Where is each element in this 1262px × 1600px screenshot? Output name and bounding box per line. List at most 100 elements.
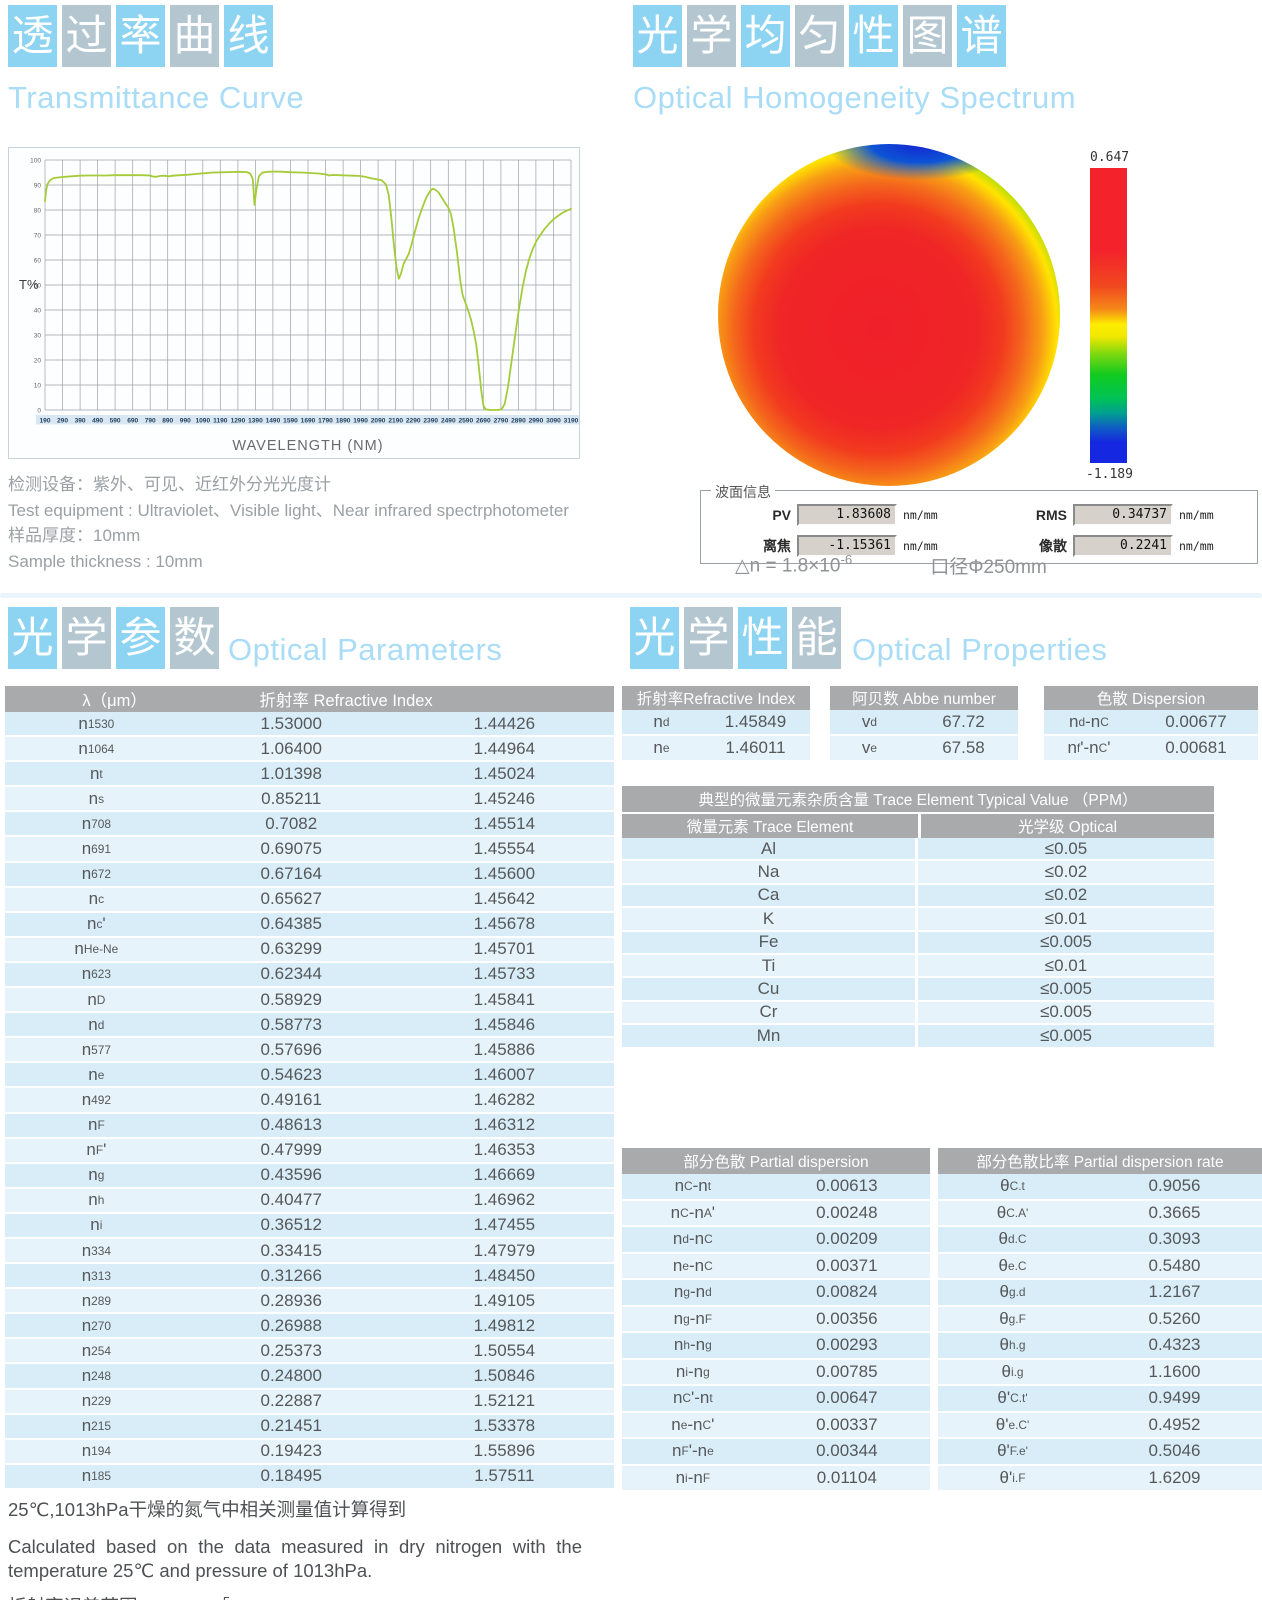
table-cell: n1530 [5,712,188,735]
table-cell: Cr [622,1002,918,1023]
table-row: n3130.312661.48450 [5,1264,614,1289]
colorbar-min-label: -1.189 [1086,467,1133,482]
table-cell: nC-nt [622,1174,764,1199]
equipment-notes: 检测设备：紫外、可见、近红外分光光度计 Test equipment : Ult… [8,472,608,574]
table-row: Cu≤0.005 [622,978,1214,1001]
table-cell: 0.00613 [764,1174,930,1199]
table-row: nD0.589291.45841 [5,988,614,1013]
svg-text:T%: T% [19,277,39,292]
wavefront-heatmap-disk [718,144,1060,486]
table-cell: 0.9499 [1087,1386,1262,1411]
table-cell: n492 [5,1088,188,1111]
table-cell: nC-nA' [622,1201,764,1226]
table-cell: θ'F.e' [938,1439,1087,1464]
table-row: θ'F.e'0.5046 [938,1439,1262,1466]
table-cell: 1.46011 [701,736,810,760]
table-cell: 0.00681 [1134,736,1258,760]
table-header: 阿贝数 Abbe number [830,686,1018,710]
table-body: nd-nC0.00677nf'-nC'0.00681 [1044,710,1258,762]
table-cell: 0.3093 [1087,1227,1262,1252]
table-cell: 0.25373 [188,1339,395,1362]
table-row: Fe≤0.005 [622,932,1214,955]
svg-text:890: 890 [162,418,173,425]
svg-text:2690: 2690 [476,418,491,425]
table-row: n6230.623441.45733 [5,963,614,988]
transmittance-title-cn: 透 过 率 曲 线 [8,5,273,67]
svg-text:990: 990 [180,418,191,425]
table-cell: 0.5046 [1087,1439,1262,1464]
svg-text:690: 690 [127,418,138,425]
title-char: 均 [741,5,790,67]
table-cell: 0.4952 [1087,1413,1262,1438]
table-cell: 1.45886 [395,1038,614,1061]
table-cell: ≤0.005 [918,932,1214,953]
table-cell: 0.69075 [188,837,395,860]
table-row: n15301.530001.44426 [5,712,614,737]
table-cell: 0.40477 [188,1189,395,1212]
table-cell: 1.45678 [395,913,614,936]
rms-label: RMS [1001,507,1067,523]
wavefront-fields: PV 1.83608 nm/mm RMS 0.34737 nm/mm 离焦 -1… [701,491,1257,557]
table-cell: n577 [5,1038,188,1061]
table-row: ng-nF0.00356 [622,1307,930,1334]
svg-text:390: 390 [75,418,86,425]
svg-text:0: 0 [37,407,41,414]
table-cell: nd [622,710,701,734]
svg-text:2790: 2790 [494,418,509,425]
table-cell: 1.55896 [395,1440,614,1463]
table-row: nc'0.643851.45678 [5,913,614,938]
table-cell: ng-nd [622,1280,764,1305]
table-cell: 1.46312 [395,1114,614,1137]
table-cell: 0.5260 [1087,1307,1262,1332]
table-cell: n672 [5,863,188,886]
table-cell: ve [830,736,909,760]
table-header: 部分色散 Partial dispersion [622,1148,930,1174]
svg-text:1690: 1690 [301,418,316,425]
table-cell: 1.49105 [395,1289,614,1312]
svg-text:20: 20 [34,357,42,364]
table-row: θe.C0.5480 [938,1254,1262,1281]
title-char: 图 [903,5,952,67]
table-row: n2290.228871.52121 [5,1390,614,1415]
table-row: nt1.013981.45024 [5,762,614,787]
table-cell: 0.65627 [188,888,395,911]
svg-text:WAVELENGTH (NM): WAVELENGTH (NM) [232,438,383,454]
wavefront-box-title: 波面信息 [711,482,775,502]
title-char: 学 [62,607,111,669]
table-row: ni-ng0.00785 [622,1360,930,1387]
svg-text:1790: 1790 [318,418,333,425]
title-char: 学 [687,5,736,67]
table-cell: 0.9056 [1087,1174,1262,1199]
table-row: n10641.064001.44964 [5,737,614,762]
table-cell: nd-nC [1044,710,1134,734]
table-cell: 0.19423 [188,1440,395,1463]
table-cell: Ca [622,885,918,906]
table-row: n2890.289361.49105 [5,1289,614,1314]
table-row: n1850.184951.57511 [5,1465,614,1490]
table-row: ne-nC0.00371 [622,1254,930,1281]
table-cell: 1.45701 [395,938,614,961]
table-cell: 1.45642 [395,888,614,911]
table-cell: n194 [5,1440,188,1463]
index-header: 折射率 Refractive Index [224,687,468,711]
dispersion-table: 色散 Dispersion nd-nC0.00677nf'-nC'0.00681 [1044,686,1258,762]
table-cell: 0.85211 [188,787,395,810]
table-row: n6720.671641.45600 [5,863,614,888]
table-cell: 0.64385 [188,913,395,936]
table-cell: 0.63299 [188,938,395,961]
transmittance-chart: 0102030405060708090100190290390490590690… [8,147,580,459]
table-cell: ≤0.005 [918,1025,1214,1046]
table-row: θC.t0.9056 [938,1174,1262,1201]
svg-text:10: 10 [34,382,42,389]
table-row: θ'i.F1.6209 [938,1466,1262,1493]
svg-text:2590: 2590 [458,418,473,425]
table-cell: K [622,908,918,929]
table-row: θh.g0.4323 [938,1333,1262,1360]
note-line: Sample thickness : 10mm [8,549,608,575]
table-cell: 0.3665 [1087,1201,1262,1226]
table-cell: 0.00293 [764,1333,930,1358]
table-cell: ≤0.01 [918,908,1214,929]
table-row: n6910.690751.45554 [5,837,614,862]
aperture-value: 口径Φ250mm [930,552,1047,579]
table-cell: 0.48613 [188,1114,395,1137]
